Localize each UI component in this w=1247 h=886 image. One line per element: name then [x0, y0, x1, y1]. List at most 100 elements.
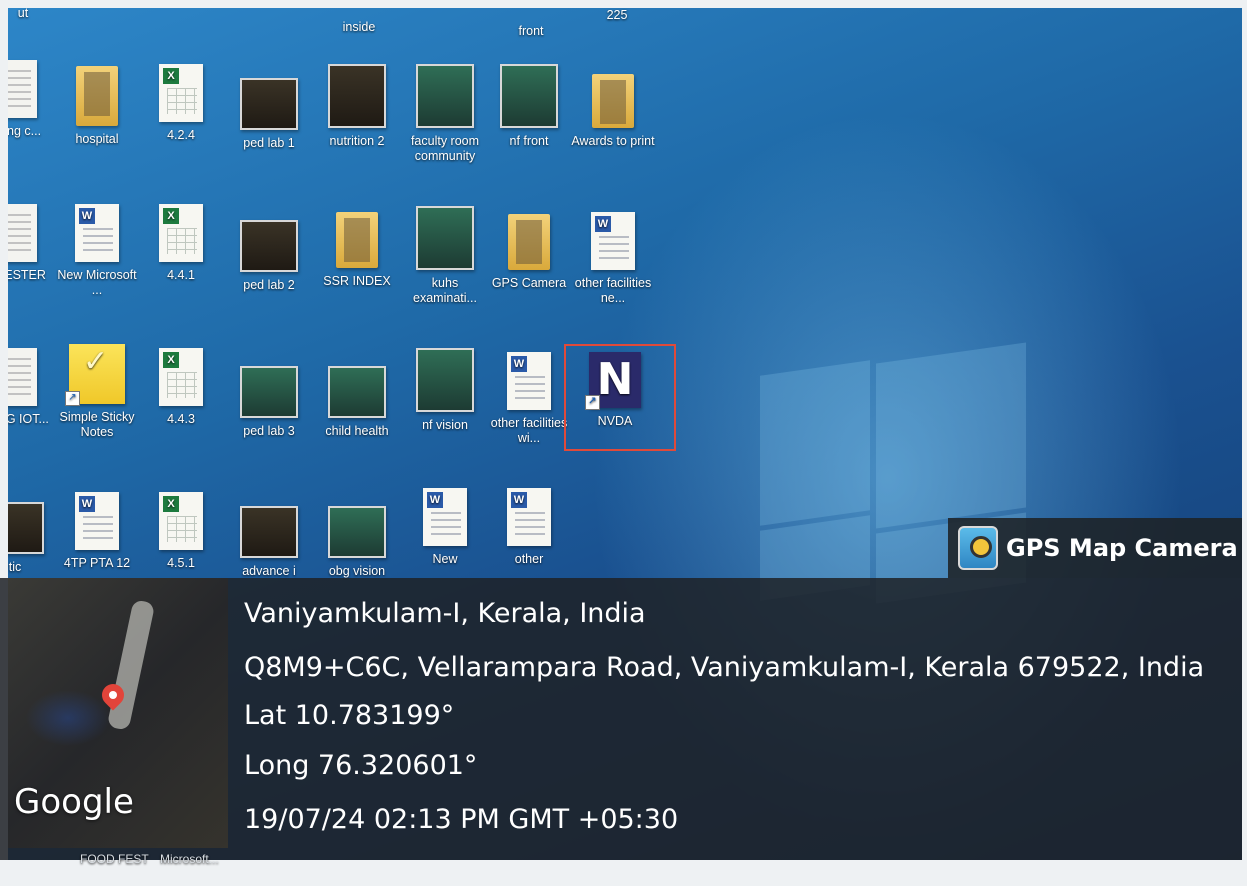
icon-label: GPS Camera	[491, 276, 567, 290]
photo-icon	[240, 78, 298, 130]
excel-icon	[159, 204, 203, 262]
icon-label: 4.4.3	[167, 412, 195, 426]
desktop-icon-4-2-4[interactable]: 4.2.4	[136, 64, 226, 143]
icon-label: ped lab 1	[243, 136, 295, 150]
photo-icon	[328, 506, 386, 558]
icon-label: 4.2.4	[167, 128, 195, 142]
partial-label: ut	[17, 8, 29, 20]
partial-label: front	[518, 24, 544, 38]
icon-label: tic	[8, 560, 22, 574]
desktop-icon-4-5-1[interactable]: 4.5.1	[136, 492, 226, 571]
icon-label: nf front	[509, 134, 549, 148]
desktop-icon-kuhs[interactable]: kuhs examinati...	[400, 206, 490, 306]
desktop-icon-4tp-pta[interactable]: 4TP PTA 12	[52, 492, 142, 571]
desktop-icon-4-4-1[interactable]: 4.4.1	[136, 204, 226, 283]
partial-label: inside	[342, 20, 376, 34]
icon-label: nf vision	[422, 418, 468, 432]
desktop-icon-new[interactable]: New	[400, 488, 490, 567]
photo-icon	[240, 506, 298, 558]
gps-app-badge: GPS Map Camera	[948, 518, 1242, 578]
word-icon	[75, 204, 119, 262]
bottom-partial-label: Microsoft...	[160, 852, 219, 866]
gps-longitude: Long 76.320601°	[244, 750, 478, 781]
word-icon	[507, 488, 551, 546]
desktop-icon-hospital[interactable]: hospital	[52, 66, 142, 147]
gps-datetime: 19/07/24 02:13 PM GMT +05:30	[244, 804, 679, 835]
desktop-icon-other-facilities-ne[interactable]: other facilities ne...	[568, 212, 658, 306]
folder-icon	[336, 212, 378, 268]
icon-label: advance i	[242, 564, 296, 578]
partial-label: 225	[606, 8, 628, 22]
icon-label: Awards to print	[571, 134, 655, 148]
desktop-icon-other[interactable]: other	[484, 488, 574, 567]
desktop-icon-ped-lab-1[interactable]: ped lab 1	[224, 70, 314, 151]
desktop-icon-nf-front[interactable]: nf front	[484, 64, 574, 149]
desktop-icon-sticky-notes[interactable]: ↗ Simple Sticky Notes	[52, 344, 142, 440]
desktop-icon-child-health[interactable]: child health	[312, 358, 402, 439]
bottom-partial-label: FOOD FEST	[80, 852, 149, 866]
windows-logo-pane	[760, 360, 870, 526]
photo-icon	[416, 206, 474, 270]
gps-location-title: Vaniyamkulam-I, Kerala, India	[244, 598, 646, 629]
excel-icon	[159, 64, 203, 122]
document-icon	[8, 348, 37, 406]
desktop-icon-nutrition-2[interactable]: nutrition 2	[312, 64, 402, 149]
icon-label: 4.4.1	[167, 268, 195, 282]
gps-camera-app-icon	[958, 526, 998, 570]
photo-icon	[328, 366, 386, 418]
desktop-icon-new-microsoft[interactable]: New Microsoft ...	[52, 204, 142, 298]
shortcut-arrow-icon: ↗	[65, 391, 80, 406]
photo-icon	[500, 64, 558, 128]
windows-logo-pane	[876, 342, 1026, 529]
desktop-icon-awards[interactable]: Awards to print	[568, 74, 658, 149]
icon-label: TH ESTER	[8, 268, 46, 282]
selection-highlight	[564, 344, 676, 451]
icon-label: other facilities wi...	[490, 416, 568, 445]
icon-label: New Microsoft ...	[57, 268, 137, 297]
desktop-icon-ped-lab-2[interactable]: ped lab 2	[224, 212, 314, 293]
icon-label: ped lab 2	[243, 278, 295, 292]
photo-icon	[240, 366, 298, 418]
document-icon	[8, 60, 37, 118]
gps-latitude: Lat 10.783199°	[244, 700, 455, 731]
icon-label: 4.5.1	[167, 556, 195, 570]
gps-address: Q8M9+C6C, Vellarampara Road, Vaniyamkula…	[244, 652, 1205, 683]
icon-label: kuhs examinati...	[413, 276, 477, 305]
icon-label: nutrition 2	[329, 134, 385, 148]
icon-label: SSR INDEX	[323, 274, 391, 288]
desktop-icon-ssr-index[interactable]: SSR INDEX	[312, 212, 402, 289]
sticky-notes-icon: ↗	[65, 344, 125, 406]
icon-label: child health	[325, 424, 389, 438]
icon-label: New	[432, 552, 458, 566]
desktop-icon-gps-camera[interactable]: GPS Camera	[484, 214, 574, 291]
photo-icon	[240, 220, 298, 272]
photo-icon	[416, 348, 474, 412]
desktop-icon-ped-lab-3[interactable]: ped lab 3	[224, 358, 314, 439]
document-icon	[8, 204, 37, 262]
excel-icon	[159, 348, 203, 406]
word-icon	[507, 352, 551, 410]
icon-label: Simple Sticky Notes	[59, 410, 135, 439]
photo-icon	[328, 64, 386, 128]
icon-label: obg vision	[328, 564, 386, 578]
desktop-icon-advance[interactable]: advance i	[224, 498, 314, 579]
desktop-icon-faculty-room[interactable]: faculty room community	[400, 64, 490, 164]
icon-label: 4TP PTA 12	[63, 556, 131, 570]
desktop-icon-nf-vision[interactable]: nf vision	[400, 348, 490, 433]
desktop-icon-4-4-3[interactable]: 4.4.3	[136, 348, 226, 427]
icon-label: other facilities ne...	[574, 276, 652, 305]
photo-icon	[8, 502, 44, 554]
word-icon	[423, 488, 467, 546]
folder-icon	[76, 66, 118, 126]
icon-label: OTAG IOT...	[8, 412, 49, 426]
icon-label: ped lab 3	[243, 424, 295, 438]
icon-label: ort ng c...	[8, 124, 42, 138]
map-brand-label: Google	[14, 782, 134, 822]
icon-label: hospital	[75, 132, 119, 146]
folder-icon	[592, 74, 634, 128]
desktop-icon-obg-vision[interactable]: obg vision	[312, 498, 402, 579]
icon-label: other	[514, 552, 544, 566]
folder-icon	[508, 214, 550, 270]
desktop-icon-other-facilities-wi[interactable]: other facilities wi...	[484, 352, 574, 446]
word-icon	[75, 492, 119, 550]
